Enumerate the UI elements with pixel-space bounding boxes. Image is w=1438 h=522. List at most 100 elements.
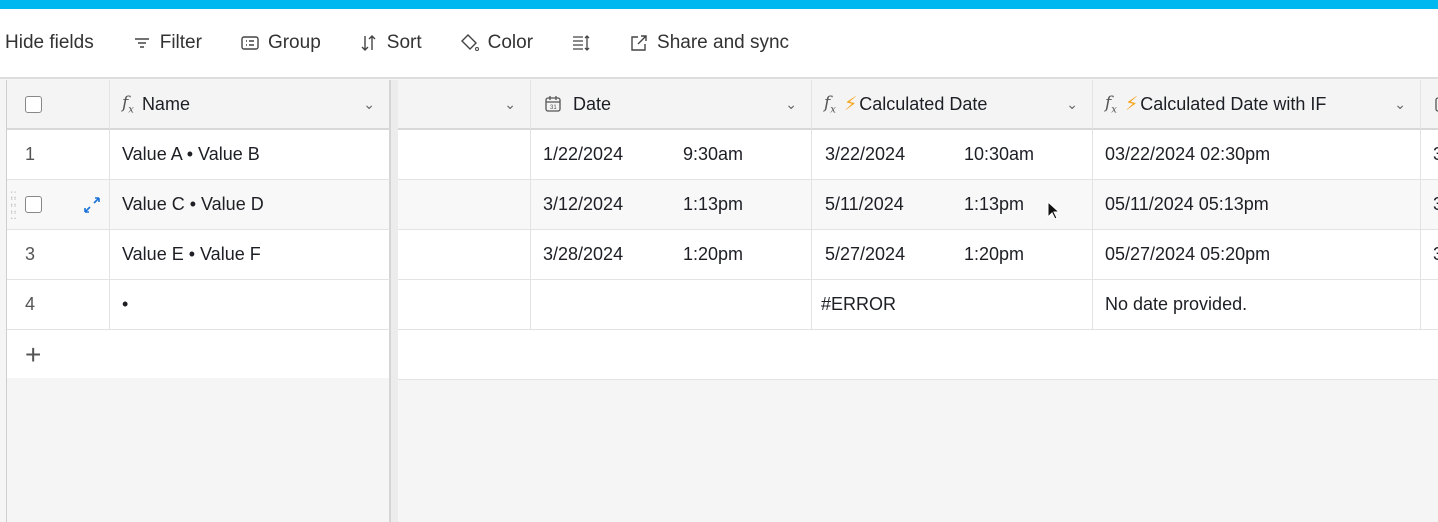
column-header-date[interactable]: 31 Date ⌄ bbox=[531, 80, 812, 130]
calculated-date-with-if-cell[interactable]: 05/27/2024 05:20pm bbox=[1093, 230, 1421, 280]
chevron-down-icon[interactable]: ⌄ bbox=[1066, 96, 1078, 113]
column-title: Calculated Date bbox=[859, 93, 988, 114]
group-label: Group bbox=[267, 32, 321, 53]
next-column-cell[interactable] bbox=[1421, 280, 1438, 330]
chevron-down-icon[interactable]: ⌄ bbox=[785, 96, 797, 113]
group-icon bbox=[241, 36, 259, 50]
chevron-down-icon[interactable]: ⌄ bbox=[1394, 96, 1406, 113]
calculated-date-with-if-cell[interactable]: No date provided. bbox=[1093, 280, 1421, 330]
calculated-date-cell[interactable]: #ERROR bbox=[812, 280, 1093, 330]
calc-date-value: 5/11/2024 bbox=[825, 194, 904, 214]
formula-icon: fx bbox=[1105, 92, 1117, 116]
row-height-icon bbox=[573, 35, 590, 51]
date-cell[interactable]: 3/28/2024 1:20pm bbox=[531, 230, 812, 280]
time-value: 1:20pm bbox=[683, 244, 744, 264]
row-select-cell: :::::::: bbox=[7, 180, 110, 230]
select-all-checkbox[interactable] bbox=[25, 95, 42, 113]
top-bar bbox=[0, 0, 1438, 9]
column-header-blank[interactable]: ⌄ bbox=[398, 80, 531, 130]
name-cell[interactable]: • bbox=[110, 280, 391, 330]
hide-fields-label: Hide fields bbox=[5, 32, 94, 53]
row-height-button[interactable] bbox=[571, 33, 591, 53]
mouse-cursor-icon bbox=[1047, 200, 1061, 220]
column-title: Name bbox=[141, 93, 190, 114]
calculated-date-cell[interactable]: 5/27/2024 1:20pm bbox=[812, 230, 1093, 280]
header-row: fx Name ⌄ ⌄ 31 Date ⌄ fx ⚡︎ Calculated Date ⌄ f… bbox=[0, 80, 1438, 130]
date-cell[interactable]: 3/12/2024 1:13pm bbox=[531, 180, 812, 230]
date-cell[interactable]: 1/22/2024 9:30am bbox=[531, 130, 812, 180]
name-cell[interactable]: Value C • Value D bbox=[110, 180, 391, 230]
share-icon bbox=[631, 35, 647, 51]
column-header-calculated-date-with-if[interactable]: fx ⚡︎ Calculated Date with IF ⌄ bbox=[1093, 80, 1421, 130]
column-title: Calculated Date with IF bbox=[1140, 93, 1327, 114]
date-value: 3/12/2024 bbox=[543, 194, 624, 214]
calc-time-value: 1:13pm bbox=[964, 194, 1025, 214]
date-value: 1/22/2024 bbox=[543, 144, 624, 164]
blank-cell[interactable] bbox=[398, 130, 531, 180]
color-button[interactable]: Color bbox=[460, 32, 533, 54]
share-label: Share and sync bbox=[657, 32, 790, 53]
add-record-button[interactable]: + bbox=[7, 330, 391, 380]
name-cell[interactable]: Value A • Value B bbox=[110, 130, 391, 180]
formula-icon: fx bbox=[122, 92, 134, 116]
row-checkbox[interactable] bbox=[25, 196, 42, 213]
chevron-down-icon[interactable]: ⌄ bbox=[504, 96, 516, 113]
column-header-calculated-date[interactable]: fx ⚡︎ Calculated Date ⌄ bbox=[812, 80, 1093, 130]
lightning-icon: ⚡︎ bbox=[1124, 93, 1139, 115]
calc-time-value: 10:30am bbox=[964, 144, 1035, 164]
drag-handle-icon[interactable]: :::::::: bbox=[10, 188, 17, 221]
next-column-cell[interactable]: 3 bbox=[1421, 230, 1438, 280]
calculated-date-cell[interactable]: 3/22/2024 10:30am bbox=[812, 130, 1093, 180]
table-row[interactable]: 1 Value A • Value B 1/22/2024 9:30am 3/22… bbox=[0, 130, 1438, 180]
svg-text:31: 31 bbox=[550, 105, 557, 111]
filter-button[interactable]: Filter bbox=[132, 32, 202, 54]
column-header-name[interactable]: fx Name ⌄ bbox=[110, 80, 391, 130]
lightning-icon: ⚡︎ bbox=[843, 93, 858, 115]
column-header-next[interactable] bbox=[1421, 80, 1438, 130]
sort-button[interactable]: Sort bbox=[359, 32, 422, 54]
calc-date-value: 3/22/2024 bbox=[825, 144, 906, 164]
next-column-cell[interactable]: 3 bbox=[1421, 180, 1438, 230]
blank-cell[interactable] bbox=[398, 230, 531, 280]
table-row[interactable]: 3 Value E • Value F 3/28/2024 1:20pm 5/27… bbox=[0, 230, 1438, 280]
time-value: 9:30am bbox=[683, 144, 744, 164]
calendar-icon bbox=[1435, 97, 1438, 112]
hide-fields-button[interactable]: Hide fields bbox=[5, 32, 94, 54]
blank-cell[interactable] bbox=[398, 280, 531, 330]
date-value: 3/28/2024 bbox=[543, 244, 624, 264]
add-row[interactable]: + bbox=[0, 330, 1438, 380]
row-number: 1 bbox=[7, 130, 110, 180]
calc-date-value: 5/27/2024 bbox=[825, 244, 906, 264]
time-value: 1:13pm bbox=[683, 194, 744, 214]
share-and-sync-button[interactable]: Share and sync bbox=[629, 32, 789, 54]
sort-label: Sort bbox=[386, 32, 422, 53]
calculated-date-with-if-cell[interactable]: 03/22/2024 02:30pm bbox=[1093, 130, 1421, 180]
next-column-cell[interactable]: 3 bbox=[1421, 130, 1438, 180]
blank-cell[interactable] bbox=[398, 180, 531, 230]
color-label: Color bbox=[487, 32, 534, 53]
select-all-cell bbox=[7, 80, 110, 130]
filter-icon bbox=[134, 38, 149, 48]
filter-label: Filter bbox=[159, 32, 202, 53]
add-row-fill bbox=[398, 330, 1438, 380]
row-number: 4 bbox=[7, 280, 110, 330]
view-toolbar: Hide fields Filter Group Sort Color Shar… bbox=[0, 9, 1438, 79]
expand-record-icon[interactable] bbox=[82, 195, 102, 215]
calculated-date-with-if-cell[interactable]: 05/11/2024 05:13pm bbox=[1093, 180, 1421, 230]
paint-bucket-icon bbox=[460, 34, 479, 51]
table-row[interactable]: 4 • #ERROR No date provided. bbox=[0, 280, 1438, 330]
left-pane-empty bbox=[7, 378, 391, 522]
table-row[interactable]: :::::::: Value C • Value D 3/12/2024 1:13… bbox=[0, 180, 1438, 230]
row-number: 3 bbox=[7, 230, 110, 280]
group-button[interactable]: Group bbox=[240, 32, 321, 54]
name-cell[interactable]: Value E • Value F bbox=[110, 230, 391, 280]
column-title: Date bbox=[573, 93, 612, 114]
calc-time-value: 1:20pm bbox=[964, 244, 1025, 264]
date-cell[interactable] bbox=[531, 280, 812, 330]
chevron-down-icon[interactable]: ⌄ bbox=[363, 96, 375, 113]
calc-date-value: #ERROR bbox=[821, 294, 897, 314]
formula-icon: fx bbox=[824, 92, 836, 116]
calendar-icon: 31 bbox=[545, 96, 561, 112]
frozen-divider[interactable] bbox=[391, 80, 398, 522]
sort-icon bbox=[361, 35, 376, 51]
